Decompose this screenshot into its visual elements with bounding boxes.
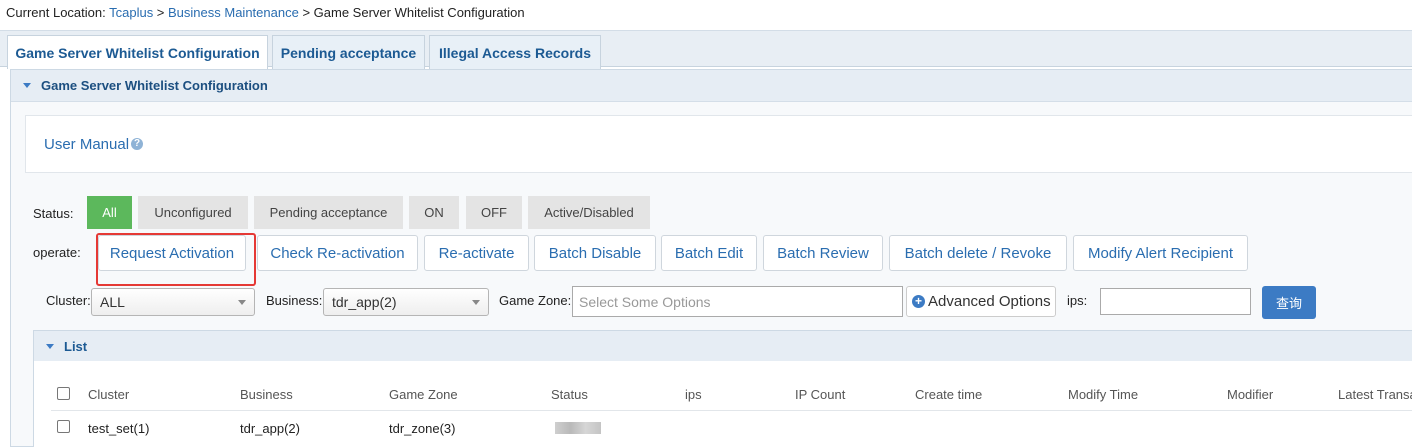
tab-whitelist-configuration[interactable]: Game Server Whitelist Configuration [7, 35, 268, 69]
chevron-down-icon [238, 300, 246, 305]
table-row[interactable]: test_set(1) tdr_app(2) tdr_zone(3) [51, 411, 1412, 445]
tab-pending-acceptance[interactable]: Pending acceptance [272, 35, 425, 69]
collapse-caret-icon[interactable] [23, 83, 31, 88]
operate-label: operate: [33, 245, 81, 260]
column-header-latest-transaction[interactable]: Latest Transa [1338, 387, 1412, 402]
panel-header[interactable]: Game Server Whitelist Configuration [11, 70, 1412, 102]
column-header-business[interactable]: Business [240, 387, 293, 402]
plus-circle-icon: + [912, 295, 925, 308]
breadcrumb-separator: > [298, 5, 314, 20]
row-checkbox[interactable] [57, 420, 70, 433]
ips-input[interactable] [1100, 288, 1251, 315]
query-button[interactable]: 查询 [1262, 286, 1316, 319]
batch-disable-button[interactable]: Batch Disable [534, 235, 656, 271]
status-filter-off[interactable]: OFF [466, 196, 522, 229]
cluster-select[interactable]: ALL [91, 288, 255, 316]
user-manual-link[interactable]: User Manual [44, 136, 129, 153]
tab-illegal-access-records[interactable]: Illegal Access Records [429, 35, 601, 69]
highlight-box [96, 233, 256, 286]
game-zone-multiselect[interactable]: Select Some Options [572, 286, 903, 317]
breadcrumb-link-tcaplus[interactable]: Tcaplus [109, 5, 153, 20]
check-reactivation-button[interactable]: Check Re-activation [257, 235, 418, 271]
column-header-ip-count[interactable]: IP Count [795, 387, 845, 402]
list-header[interactable]: List [34, 331, 1412, 361]
ips-label: ips: [1067, 293, 1088, 308]
select-all-checkbox[interactable] [57, 387, 70, 400]
batch-edit-button[interactable]: Batch Edit [661, 235, 757, 271]
status-filter-on[interactable]: ON [409, 196, 459, 229]
column-header-game-zone[interactable]: Game Zone [389, 387, 458, 402]
cluster-label: Cluster: [46, 293, 91, 308]
column-header-create-time[interactable]: Create time [915, 387, 982, 402]
cell-game-zone: tdr_zone(3) [389, 421, 456, 436]
column-header-cluster[interactable]: Cluster [88, 387, 129, 402]
status-label: Status: [33, 206, 74, 221]
column-header-ips[interactable]: ips [685, 387, 702, 402]
collapse-caret-icon[interactable] [46, 343, 54, 349]
batch-delete-revoke-button[interactable]: Batch delete / Revoke [889, 235, 1067, 271]
breadcrumb-current: Game Server Whitelist Configuration [313, 5, 525, 20]
list-panel: List Cluster Business Game Zone Status i… [33, 330, 1412, 447]
help-icon[interactable]: ? [131, 138, 144, 150]
game-zone-placeholder: Select Some Options [579, 293, 711, 310]
table-header: Cluster Business Game Zone Status ips IP… [51, 377, 1412, 411]
chevron-down-icon [472, 300, 480, 305]
batch-review-button[interactable]: Batch Review [763, 235, 883, 271]
breadcrumb-link-business-maintenance[interactable]: Business Maintenance [168, 5, 299, 20]
advanced-options-label: Advanced Options [928, 293, 1051, 310]
user-manual-box: User Manual? [25, 115, 1412, 173]
status-filter-active-disabled[interactable]: Active/Disabled [528, 196, 650, 229]
panel-title: Game Server Whitelist Configuration [41, 78, 268, 93]
status-filter-all[interactable]: All [87, 196, 132, 229]
modify-alert-recipient-button[interactable]: Modify Alert Recipient [1073, 235, 1248, 271]
tab-bar: Game Server Whitelist Configuration Pend… [0, 30, 1412, 69]
breadcrumb-separator: > [153, 5, 169, 20]
breadcrumb-prefix: Current Location: [6, 5, 110, 20]
business-select-value: tdr_app(2) [332, 294, 397, 310]
game-zone-label: Game Zone: [499, 293, 572, 308]
column-header-modifier[interactable]: Modifier [1227, 387, 1273, 402]
status-filter-unconfigured[interactable]: Unconfigured [138, 196, 248, 229]
reactivate-button[interactable]: Re-activate [424, 235, 529, 271]
business-label: Business: [266, 293, 323, 308]
breadcrumb: Current Location: Tcaplus > Business Mai… [6, 5, 525, 20]
advanced-options-button[interactable]: + Advanced Options [906, 286, 1056, 317]
main-panel: Game Server Whitelist Configuration User… [10, 69, 1412, 447]
cell-business: tdr_app(2) [240, 421, 300, 436]
column-header-status[interactable]: Status [551, 387, 588, 402]
status-filter-pending[interactable]: Pending acceptance [254, 196, 403, 229]
cell-status-redacted [555, 422, 601, 434]
list-title: List [64, 338, 88, 354]
cell-cluster: test_set(1) [88, 421, 150, 436]
column-header-modify-time[interactable]: Modify Time [1068, 387, 1138, 402]
business-select[interactable]: tdr_app(2) [323, 288, 489, 316]
cluster-select-value: ALL [100, 294, 125, 310]
